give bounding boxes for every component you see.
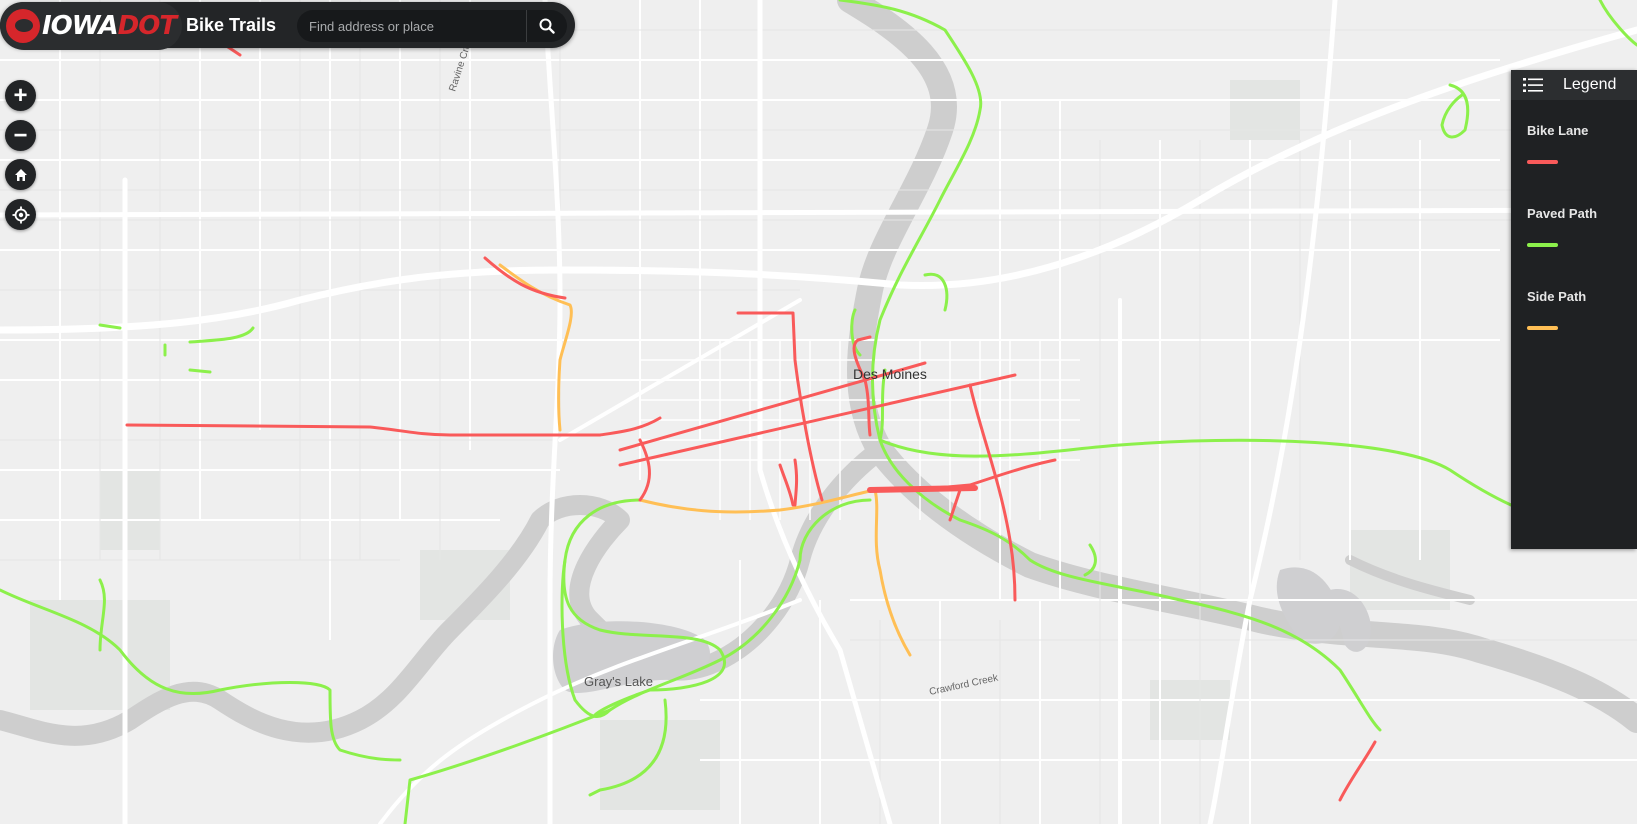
list-icon [1523, 78, 1543, 92]
legend-title: Legend [1563, 76, 1617, 93]
iowa-dot-logo-mark-icon [6, 9, 40, 43]
locate-button[interactable] [5, 199, 36, 230]
bike-lane-thick [867, 485, 978, 493]
home-icon [14, 168, 27, 181]
app-title: Bike Trails [186, 15, 277, 35]
locate-icon [12, 206, 29, 223]
logo-wordmark: IOWADOT [42, 11, 177, 41]
legend-item-bike-lane: Bike Lane [1527, 123, 1588, 164]
search-box [297, 10, 567, 42]
iowa-dot-logo[interactable]: IOWADOT [0, 2, 182, 50]
legend-header[interactable]: Legend [1511, 70, 1637, 100]
legend-swatch-paved-path [1527, 243, 1558, 247]
home-button[interactable] [5, 159, 36, 190]
legend-label: Paved Path [1527, 206, 1598, 221]
legend-label: Bike Lane [1527, 123, 1589, 138]
legend-item-paved-path: Paved Path [1527, 206, 1597, 247]
legend-swatch-side-path [1527, 326, 1558, 330]
search-button[interactable] [526, 10, 567, 42]
logo-text-white: IOWA [42, 11, 119, 41]
map-canvas[interactable]: Des Moines Gray's Lake Ravine Creek Craw… [0, 0, 1637, 824]
legend-label: Side Path [1527, 289, 1587, 304]
lake-label: Gray's Lake [584, 674, 653, 689]
city-label: Des Moines [853, 366, 927, 382]
logo-text-red: DOT [117, 11, 177, 41]
search-input[interactable] [309, 10, 519, 42]
zoom-in-button[interactable]: + [5, 80, 36, 111]
legend-item-side-path: Side Path [1527, 289, 1586, 330]
top-bar: IOWADOT Bike Trails [0, 2, 575, 50]
legend-swatch-bike-lane [1527, 160, 1558, 164]
search-icon [539, 18, 555, 34]
legend-panel: Legend Bike Lane Paved Path Side Path [1511, 70, 1637, 549]
zoom-out-button[interactable]: − [5, 120, 36, 151]
